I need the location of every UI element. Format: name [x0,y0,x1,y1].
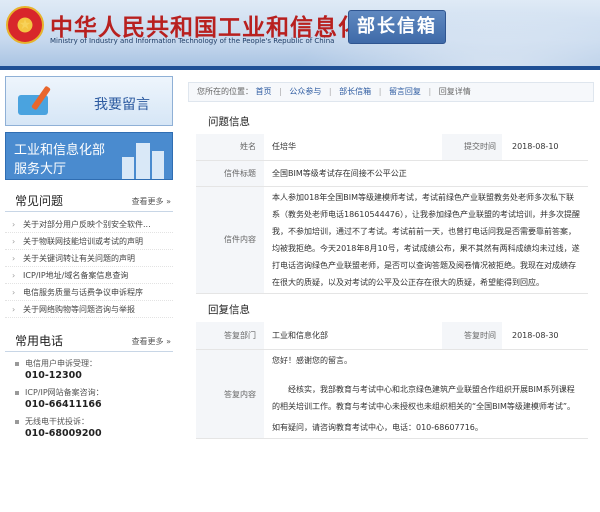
question-row: 姓名 任培华 提交时间 2018-08-10 [196,134,588,161]
phone-label: 无线电干扰投诉： [25,417,89,426]
site-subtitle: Ministry of Industry and Information Tec… [50,37,335,45]
phone-item: 电信用户申诉受理： 010-12300 [15,358,173,382]
breadcrumb-public-participation[interactable]: 公众参与 [289,87,321,96]
ministers-mailbox-tab[interactable]: 部长信箱 [348,10,446,44]
breadcrumb-replies[interactable]: 留言回复 [389,87,421,96]
breadcrumb-separator: | [279,87,282,96]
phone-more-link[interactable]: 查看更多 » [132,336,171,347]
breadcrumb-separator: | [328,87,332,96]
reply-row: 答复部门 工业和信息化部 答复时间 2018-08-30 [196,321,588,350]
faq-item[interactable]: 电信服务质量与话费争议申诉程序 [5,284,173,301]
reply-section-title: 回复信息 [208,303,250,316]
question-row: 信件内容 本人参加018年全国BIM等级建模师考试，考试前绿色产业联盟教务处老师… [196,186,588,294]
leave-message-button[interactable]: 我要留言 [5,76,173,126]
reply-time-label: 答复时间 [442,321,502,350]
faq-item[interactable]: 关于网络购物等问题咨询与举报 [5,301,173,318]
breadcrumb-home[interactable]: 首页 [256,87,272,96]
breadcrumb-mailbox[interactable]: 部长信箱 [339,87,371,96]
breadcrumb-separator: | [378,87,382,96]
reply-time-value: 2018-08-30 [502,321,588,350]
faq-item[interactable]: 关于物联网技能培训或考试的声明 [5,233,173,250]
reply-contact: 如有疑问，请咨询教育考试中心，电话：010-68607716。 [272,423,483,432]
faq-item[interactable]: ICP/IP地址/域名备案信息查询 [5,267,173,284]
letter-title-value: 全国BIM等级考试存在间接不公平公正 [264,160,588,187]
main-content: 您所在的位置： 首页 | 公众参与 | 部长信箱 | 留言回复 | 回复详情 问… [188,82,594,512]
phone-list: 电信用户申诉受理： 010-12300 ICP/IP网站备案咨询： 010-66… [5,358,173,440]
service-hall-line1: 工业和信息化部 [14,143,106,158]
reply-row: 答复内容 您好！感谢您的留言。 经核实，我部教育与考试中心和北京绿色建筑产业联盟… [196,349,588,439]
faq-list: 关于对部分用户反映个别安全软件... 关于物联网技能培训或考试的声明 关于关键词… [5,216,173,318]
header-divider [0,66,600,70]
service-hall-line2: 服务大厅 [14,162,67,177]
phone-number: 010-12300 [25,370,82,381]
reply-greeting: 您好！感谢您的留言。 [272,356,352,365]
faq-item[interactable]: 关于对部分用户反映个别安全软件... [5,216,173,233]
phone-item: ICP/IP网站备案咨询： 010-66411166 [15,387,173,411]
phone-label: 电信用户申诉受理： [25,359,97,368]
faq-more-link[interactable]: 查看更多 » [132,196,171,207]
question-section-title: 问题信息 [208,116,250,128]
letter-content-label: 信件内容 [196,186,264,294]
submit-time-label: 提交时间 [442,134,502,161]
phone-number: 010-66411166 [25,399,102,410]
faq-item[interactable]: 关于关键词转让有关问题的声明 [5,250,173,267]
letter-content-cell: 本人参加018年全国BIM等级建模师考试，考试前绿色产业联盟教务处老师多次私下联… [264,186,588,294]
name-value: 任培华 [264,134,442,161]
national-emblem-icon: ★ [6,6,44,44]
envelope-pen-icon [18,85,52,117]
reply-body: 经核实，我部教育与考试中心和北京绿色建筑产业联盟合作组织开展BIM系列课程的相关… [272,385,576,411]
reply-content-label: 答复内容 [196,349,264,439]
ministers-mailbox-label: 部长信箱 [357,16,437,37]
reply-dept-label: 答复部门 [196,321,264,350]
phone-header: 常用电话 查看更多 » [5,330,173,352]
letter-content-value: 本人参加018年全国BIM等级建模师考试，考试前绿色产业联盟教务处老师多次私下联… [272,192,580,287]
phone-number: 010-68009200 [25,428,102,439]
question-row: 信件标题 全国BIM等级考试存在间接不公平公正 [196,160,588,187]
leave-message-label: 我要留言 [94,97,150,113]
sidebar: 我要留言 工业和信息化部 服务大厅 常见问题 查看更多 » 关于对部分用户反映个… [5,76,173,445]
name-label: 姓名 [196,134,264,161]
breadcrumb: 您所在的位置： 首页 | 公众参与 | 部长信箱 | 留言回复 | 回复详情 [188,82,594,102]
letter-title-label: 信件标题 [196,160,264,187]
breadcrumb-separator: | [428,87,432,96]
reply-dept-value: 工业和信息化部 [264,321,442,350]
phone-item: 无线电干扰投诉： 010-68009200 [15,416,173,440]
phone-title: 常用电话 [15,334,64,348]
breadcrumb-prefix: 您所在的位置： [197,87,253,96]
submit-time-value: 2018-08-10 [502,134,588,161]
service-hall-banner[interactable]: 工业和信息化部 服务大厅 [5,132,173,180]
site-header: ★ 中华人民共和国工业和信息化部 Ministry of Industry an… [0,0,600,66]
building-icon [122,141,164,179]
faq-title: 常见问题 [15,194,64,208]
faq-header: 常见问题 查看更多 » [5,190,173,212]
breadcrumb-current: 回复详情 [438,87,471,96]
phone-label: ICP/IP网站备案咨询： [25,388,104,397]
reply-table: 答复部门 工业和信息化部 答复时间 2018-08-30 答复内容 您好！感谢您… [196,321,588,439]
reply-content-cell: 您好！感谢您的留言。 经核实，我部教育与考试中心和北京绿色建筑产业联盟合作组织开… [264,349,588,439]
question-table: 姓名 任培华 提交时间 2018-08-10 信件标题 全国BIM等级考试存在间… [196,134,588,294]
